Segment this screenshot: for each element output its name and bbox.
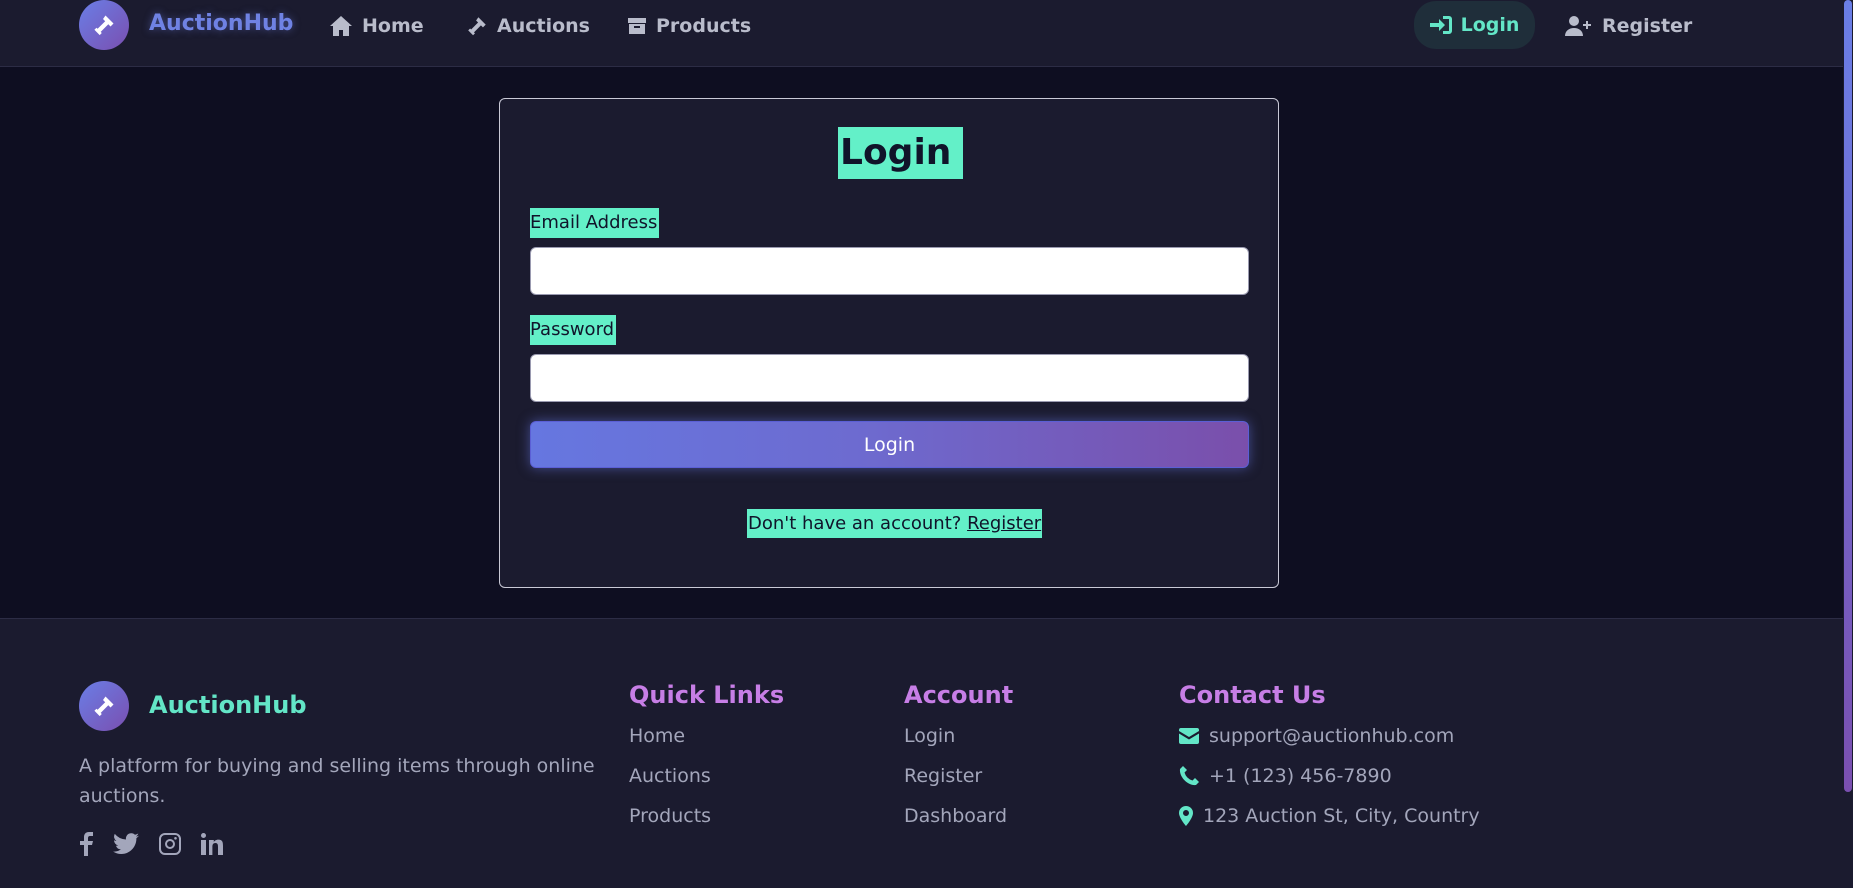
facebook-icon (80, 832, 93, 856)
footer-link-login[interactable]: Login (904, 725, 955, 747)
nav-login-button[interactable]: Login (1414, 1, 1535, 49)
nav-home[interactable]: Home (329, 11, 424, 41)
nav-login-label: Login (1460, 14, 1520, 36)
footer: AuctionHub A platform for buying and sel… (0, 618, 1843, 888)
password-field[interactable] (530, 354, 1249, 402)
envelope-icon (1179, 728, 1199, 744)
page-scrollbar[interactable] (1843, 0, 1853, 888)
contact-phone: +1 (123) 456-7890 (1179, 765, 1392, 787)
footer-brand: AuctionHub (149, 691, 307, 719)
map-pin-icon (1179, 806, 1193, 826)
email-label: Email Address (530, 208, 660, 238)
linkedin-icon (201, 833, 223, 855)
twitter-icon (113, 833, 139, 854)
twitter-link[interactable] (113, 831, 139, 857)
quick-links-heading: Quick Links (629, 681, 785, 709)
logo[interactable] (79, 0, 129, 50)
email-field[interactable] (530, 247, 1249, 295)
sign-in-icon (1429, 16, 1452, 34)
contact-heading: Contact Us (1179, 681, 1326, 709)
footer-link-register[interactable]: Register (904, 765, 982, 787)
footer-link-dashboard[interactable]: Dashboard (904, 805, 1007, 827)
nav-register-button[interactable]: Register (1565, 11, 1692, 41)
scrollbar-thumb[interactable] (1844, 0, 1852, 792)
contact-address-text: 123 Auction St, City, Country (1203, 805, 1480, 827)
footer-link-home[interactable]: Home (629, 725, 685, 747)
login-submit-button[interactable]: Login (530, 421, 1249, 468)
linkedin-link[interactable] (199, 831, 225, 857)
contact-email-text[interactable]: support@auctionhub.com (1209, 725, 1454, 747)
footer-link-auctions[interactable]: Auctions (629, 765, 711, 787)
signup-prompt: Don't have an account? Register (747, 509, 1043, 538)
footer-description: A platform for buying and selling items … (79, 755, 595, 807)
instagram-link[interactable] (157, 831, 183, 857)
nav-products[interactable]: Products (627, 11, 751, 41)
contact-address: 123 Auction St, City, Country (1179, 805, 1480, 827)
login-card: Login Email Address Password Login Don't… (499, 98, 1279, 588)
phone-icon (1179, 766, 1199, 786)
signup-prompt-text: Don't have an account? (748, 513, 962, 534)
nav-home-label: Home (362, 15, 424, 37)
top-navbar: AuctionHub Home Auctions Products Login … (0, 0, 1843, 67)
register-link[interactable]: Register (967, 513, 1041, 534)
contact-email: support@auctionhub.com (1179, 725, 1454, 747)
gavel-icon (94, 15, 114, 36)
home-icon (330, 16, 352, 36)
nav-products-label: Products (656, 15, 752, 37)
nav-register-label: Register (1602, 15, 1693, 37)
facebook-link[interactable] (73, 831, 99, 857)
account-heading: Account (904, 681, 1014, 709)
page-title: Login (838, 127, 964, 179)
gavel-icon (94, 696, 114, 717)
footer-link-products[interactable]: Products (629, 805, 711, 827)
brand-name[interactable]: AuctionHub (149, 11, 293, 36)
nav-auctions[interactable]: Auctions (466, 11, 590, 41)
instagram-icon (159, 833, 181, 855)
contact-phone-text: +1 (123) 456-7890 (1209, 765, 1392, 787)
box-icon (628, 18, 646, 34)
user-plus-icon (1565, 16, 1591, 36)
footer-logo[interactable] (79, 681, 129, 731)
password-label: Password (530, 315, 617, 345)
gavel-icon (468, 17, 486, 36)
nav-auctions-label: Auctions (497, 15, 590, 37)
